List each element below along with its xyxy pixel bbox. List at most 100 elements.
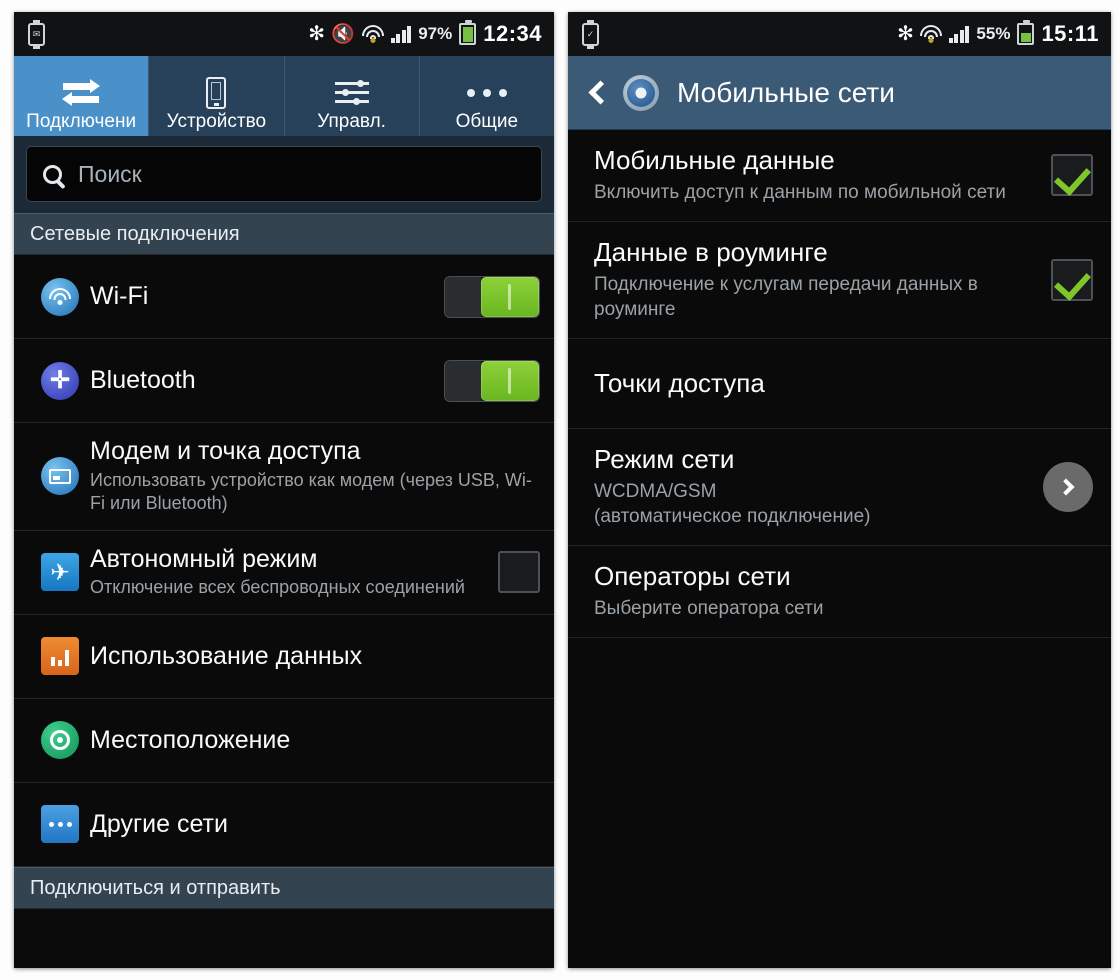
battery-icon bbox=[459, 20, 477, 45]
left-status-bar: ✉ ✻ 🔇 97% 12:34 bbox=[14, 12, 554, 56]
list-item-title: Использование данных bbox=[90, 641, 363, 670]
more-dots-icon bbox=[466, 74, 507, 112]
list-item-access-points[interactable]: Точки доступа bbox=[568, 339, 1111, 430]
tab-general-label: Общие bbox=[455, 112, 519, 133]
status-left-icons: ✉ bbox=[28, 19, 45, 49]
search-icon bbox=[43, 164, 62, 184]
signal-bars-icon bbox=[948, 25, 970, 43]
bluetooth-icon: ✻ bbox=[897, 23, 914, 45]
bluetooth-toggle[interactable] bbox=[436, 359, 540, 402]
list-item-title: Автономный режим bbox=[90, 544, 318, 573]
list-item-text: Wi-Fi bbox=[88, 282, 436, 311]
battery-icon bbox=[1017, 20, 1035, 45]
watch-icon: ✉ bbox=[28, 19, 45, 49]
list-item-subtitle: Использовать устройство как модем (через… bbox=[90, 469, 532, 514]
tab-device-label: Устройство bbox=[166, 112, 267, 133]
tethering-icon bbox=[32, 457, 88, 496]
list-item-tethering[interactable]: Модем и точка доступа Использовать устро… bbox=[14, 423, 554, 531]
list-item-mobile-data[interactable]: Мобильные данные Включить доступ к данны… bbox=[568, 130, 1111, 222]
page-title: Мобильные сети bbox=[677, 76, 895, 108]
list-item-airplane-mode[interactable]: ✈ Автономный режим Отключение всех беспр… bbox=[14, 531, 554, 615]
list-item-title: Точки доступа bbox=[594, 367, 765, 398]
list-item-subtitle: Выберите оператора сети bbox=[594, 597, 824, 619]
back-chevron-icon[interactable] bbox=[588, 80, 613, 105]
list-item-data-usage[interactable]: Использование данных bbox=[14, 615, 554, 699]
right-phone-panel: ✓ ✻ 55% 15:11 Мобильные сети Мобильные д… bbox=[568, 12, 1111, 968]
status-left-icons: ✓ bbox=[582, 19, 599, 49]
battery-percent-right: 55% bbox=[976, 24, 1011, 43]
list-item-text: Использование данных bbox=[88, 642, 540, 671]
airplane-mode-checkbox[interactable] bbox=[490, 551, 540, 594]
list-item-title: Местоположение bbox=[90, 725, 291, 754]
battery-percent-left: 97% bbox=[418, 24, 453, 43]
airplane-icon: ✈ bbox=[32, 553, 88, 592]
list-item-network-mode[interactable]: Режим сети WCDMA/GSM (автоматическое под… bbox=[568, 429, 1111, 547]
list-item-title: Мобильные данные bbox=[594, 145, 835, 175]
list-item-title: Другие сети bbox=[90, 809, 228, 838]
data-usage-icon bbox=[32, 637, 88, 676]
network-mode-chevron-button[interactable] bbox=[1029, 462, 1093, 513]
tab-controls-label: Управл. bbox=[317, 112, 386, 133]
data-roaming-checkbox[interactable] bbox=[1037, 258, 1093, 301]
list-item-subtitle: Подключение к услугам передачи данных в … bbox=[594, 273, 978, 320]
signal-bars-icon bbox=[390, 25, 412, 43]
left-phone-panel: ✉ ✻ 🔇 97% 12:34 Подключени Устройство Уп… bbox=[14, 12, 554, 968]
mobile-networks-list: Мобильные данные Включить доступ к данны… bbox=[568, 130, 1111, 968]
wifi-icon bbox=[361, 25, 384, 43]
list-item-text: Другие сети bbox=[88, 810, 540, 839]
settings-gear-icon bbox=[623, 74, 659, 111]
search-input[interactable]: Поиск bbox=[26, 146, 542, 202]
wifi-icon bbox=[919, 25, 942, 43]
list-item-subtitle: WCDMA/GSM (автоматическое подключение) bbox=[594, 480, 871, 527]
tab-device[interactable]: Устройство bbox=[149, 56, 285, 136]
list-item-title: Модем и точка доступа bbox=[90, 437, 361, 465]
list-item-other-networks[interactable]: Другие сети bbox=[14, 783, 554, 867]
list-item-data-roaming[interactable]: Данные в роуминге Подключение к услугам … bbox=[568, 222, 1111, 340]
wifi-icon bbox=[32, 277, 88, 316]
search-container: Поиск bbox=[14, 136, 554, 213]
sliders-icon bbox=[334, 74, 369, 112]
list-item-bluetooth[interactable]: ✛ Bluetooth bbox=[14, 339, 554, 423]
list-item-text: Местоположение bbox=[88, 726, 540, 755]
mobile-networks-titlebar: Мобильные сети bbox=[568, 56, 1111, 130]
clock-left: 12:34 bbox=[483, 21, 542, 46]
chevron-right-icon bbox=[1043, 462, 1093, 513]
list-item-subtitle: Отключение всех беспроводных соединений bbox=[90, 577, 465, 598]
tab-connections-label: Подключени bbox=[26, 112, 137, 133]
watch-icon: ✓ bbox=[582, 19, 599, 49]
list-item-title: Режим сети bbox=[594, 444, 735, 475]
list-item-title: Wi-Fi bbox=[90, 282, 149, 311]
list-item-network-operators[interactable]: Операторы сети Выберите оператора сети bbox=[568, 546, 1111, 639]
list-item-title: Bluetooth bbox=[90, 366, 196, 395]
left-content: Поиск Сетевые подключения Wi-Fi ✛ Blueto… bbox=[14, 136, 554, 968]
list-item-subtitle: Включить доступ к данным по мобильной се… bbox=[594, 181, 1006, 203]
section-header-connect-share: Подключиться и отправить bbox=[14, 866, 554, 909]
bluetooth-icon: ✻ bbox=[308, 23, 325, 45]
list-item-text: Мобильные данные Включить доступ к данны… bbox=[594, 145, 1037, 205]
tab-connections[interactable]: Подключени bbox=[14, 56, 150, 136]
list-item-title: Операторы сети bbox=[594, 561, 791, 592]
list-item-title: Данные в роуминге bbox=[594, 236, 828, 267]
phone-icon bbox=[206, 74, 227, 112]
status-right-icons: ✻ 🔇 97% 12:34 bbox=[308, 20, 542, 47]
list-item-wifi[interactable]: Wi-Fi bbox=[14, 255, 554, 339]
list-item-text: Модем и точка доступа Использовать устро… bbox=[88, 437, 540, 516]
section-header-network: Сетевые подключения bbox=[14, 213, 554, 255]
wifi-toggle[interactable] bbox=[436, 275, 540, 318]
status-right-icons: ✻ 55% 15:11 bbox=[897, 20, 1099, 47]
list-item-text: Операторы сети Выберите оператора сети bbox=[594, 561, 1093, 621]
tab-general[interactable]: Общие bbox=[420, 56, 554, 136]
mobile-data-checkbox[interactable] bbox=[1037, 154, 1093, 197]
tab-controls[interactable]: Управл. bbox=[285, 56, 420, 136]
list-item-text: Bluetooth bbox=[88, 366, 436, 395]
list-item-text: Автономный режим Отключение всех беспров… bbox=[88, 545, 490, 600]
mute-icon: 🔇 bbox=[331, 23, 355, 45]
settings-tab-bar: Подключени Устройство Управл. Общие bbox=[14, 56, 554, 136]
other-networks-icon bbox=[32, 805, 88, 844]
list-item-text: Точки доступа bbox=[594, 367, 1093, 399]
search-placeholder: Поиск bbox=[78, 160, 142, 187]
list-item-location[interactable]: Местоположение bbox=[14, 699, 554, 783]
list-item-text: Режим сети WCDMA/GSM (автоматическое под… bbox=[594, 444, 1029, 529]
bluetooth-icon: ✛ bbox=[32, 361, 88, 400]
screenshot-root: ✉ ✻ 🔇 97% 12:34 Подключени Устройство Уп… bbox=[0, 0, 1120, 980]
